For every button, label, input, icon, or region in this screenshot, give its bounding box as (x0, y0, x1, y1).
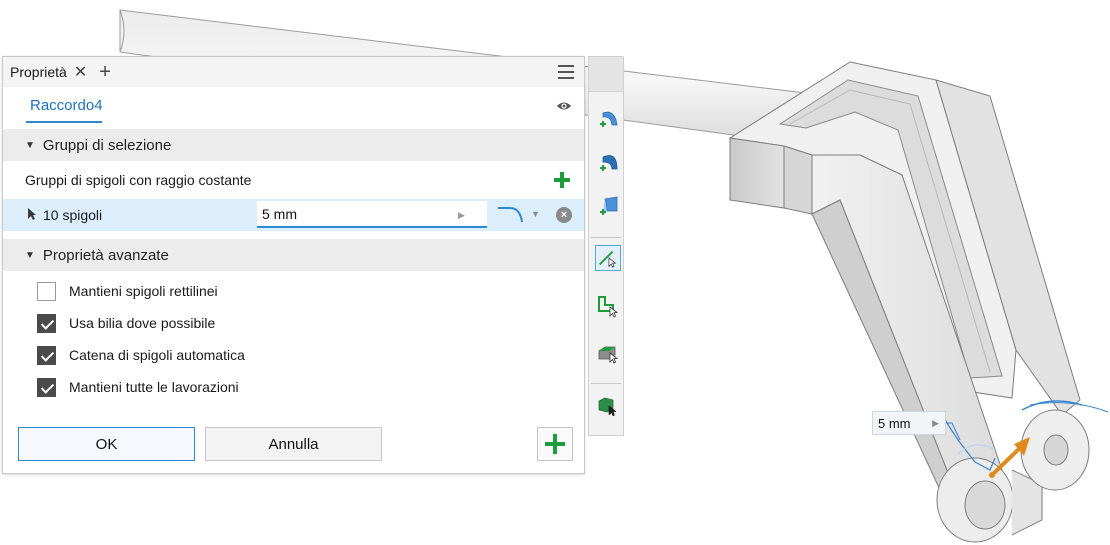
collapse-triangle-icon[interactable]: ▼ (25, 250, 35, 261)
fillet-toolbar (588, 56, 624, 436)
option-label: Mantieni spigoli rettilinei (69, 283, 218, 299)
constant-radius-row: Gruppi di spigoli con raggio costante (3, 161, 584, 199)
radius-input[interactable] (257, 201, 487, 228)
option-label: Mantieni tutte le lavorazioni (69, 379, 239, 395)
panel-tab-bar: Proprietà ✕ + (3, 57, 584, 87)
dimension-arrow-icon[interactable]: ▶ (932, 418, 939, 429)
option-label: Usa bilia dove possibile (69, 315, 216, 331)
checkbox-auto-edge-chain[interactable] (37, 345, 56, 365)
toolbar-header (589, 57, 623, 92)
fillet-shape-icon[interactable] (496, 205, 526, 227)
edges-count-label: 10 spigoli (43, 207, 103, 223)
tab-properties[interactable]: Proprietà ✕ + (3, 57, 111, 87)
checkbox-use-ball[interactable] (37, 313, 56, 333)
collapse-triangle-icon[interactable]: ▼ (25, 140, 35, 151)
section-selection-groups[interactable]: ▼ Gruppi di selezione (3, 129, 584, 161)
feature-name-row: Raccordo4 (3, 87, 584, 129)
select-solid-icon[interactable] (595, 393, 621, 419)
radius-dimension-value: 5 mm (878, 415, 911, 431)
apply-plus-button[interactable] (537, 427, 573, 461)
add-group-plus-icon[interactable] (554, 172, 570, 188)
edge-selection-row[interactable]: 10 spigoli ▶ ▼ × (3, 199, 584, 231)
constant-fillet-icon[interactable] (595, 105, 621, 131)
select-cursor-icon[interactable] (27, 207, 37, 221)
radius-dimension-label[interactable]: 5 mm ▶ (872, 411, 946, 435)
option-label: Catena di spigoli automatica (69, 347, 245, 363)
option-keep-straight-edges[interactable]: Mantieni spigoli rettilinei (3, 275, 584, 307)
select-loop-icon[interactable] (595, 293, 621, 319)
checkbox-keep-straight-edges[interactable] (37, 281, 56, 301)
plus-icon (545, 434, 565, 454)
feature-name-field[interactable]: Raccordo4 (30, 97, 103, 114)
variable-fillet-icon[interactable] (595, 149, 621, 175)
option-keep-all-features[interactable]: Mantieni tutte le lavorazioni (3, 371, 584, 403)
bracket-shape (728, 61, 1109, 543)
chevron-down-icon[interactable]: ▼ (531, 209, 540, 219)
constant-radius-label: Gruppi di spigoli con raggio costante (25, 172, 252, 188)
add-tab-icon[interactable]: + (99, 62, 111, 82)
close-icon[interactable]: ✕ (74, 62, 87, 82)
setback-fillet-icon[interactable] (595, 193, 621, 219)
checkbox-keep-all-features[interactable] (37, 377, 56, 397)
select-feature-icon[interactable] (595, 339, 621, 365)
option-use-ball[interactable]: Usa bilia dove possibile (3, 307, 584, 339)
feature-name-underline (26, 121, 102, 123)
menu-icon[interactable] (558, 65, 574, 79)
property-panel: Proprietà ✕ + Raccordo4 ▼ Gruppi di sele… (2, 56, 585, 474)
input-arrow-icon[interactable]: ▶ (458, 210, 465, 221)
cancel-button[interactable]: Annulla (205, 427, 382, 461)
button-bar: OK Annulla (3, 419, 584, 473)
eye-icon[interactable] (556, 100, 572, 112)
section-selection-groups-label: Gruppi di selezione (42, 136, 172, 154)
clear-icon[interactable]: × (556, 207, 572, 223)
ok-button[interactable]: OK (18, 427, 195, 461)
section-advanced-properties[interactable]: ▼ Proprietà avanzate (3, 239, 584, 271)
option-auto-edge-chain[interactable]: Catena di spigoli automatica (3, 339, 584, 371)
section-advanced-label: Proprietà avanzate (42, 246, 169, 264)
select-edge-icon[interactable] (595, 245, 621, 271)
tab-properties-label: Proprietà (10, 64, 67, 80)
